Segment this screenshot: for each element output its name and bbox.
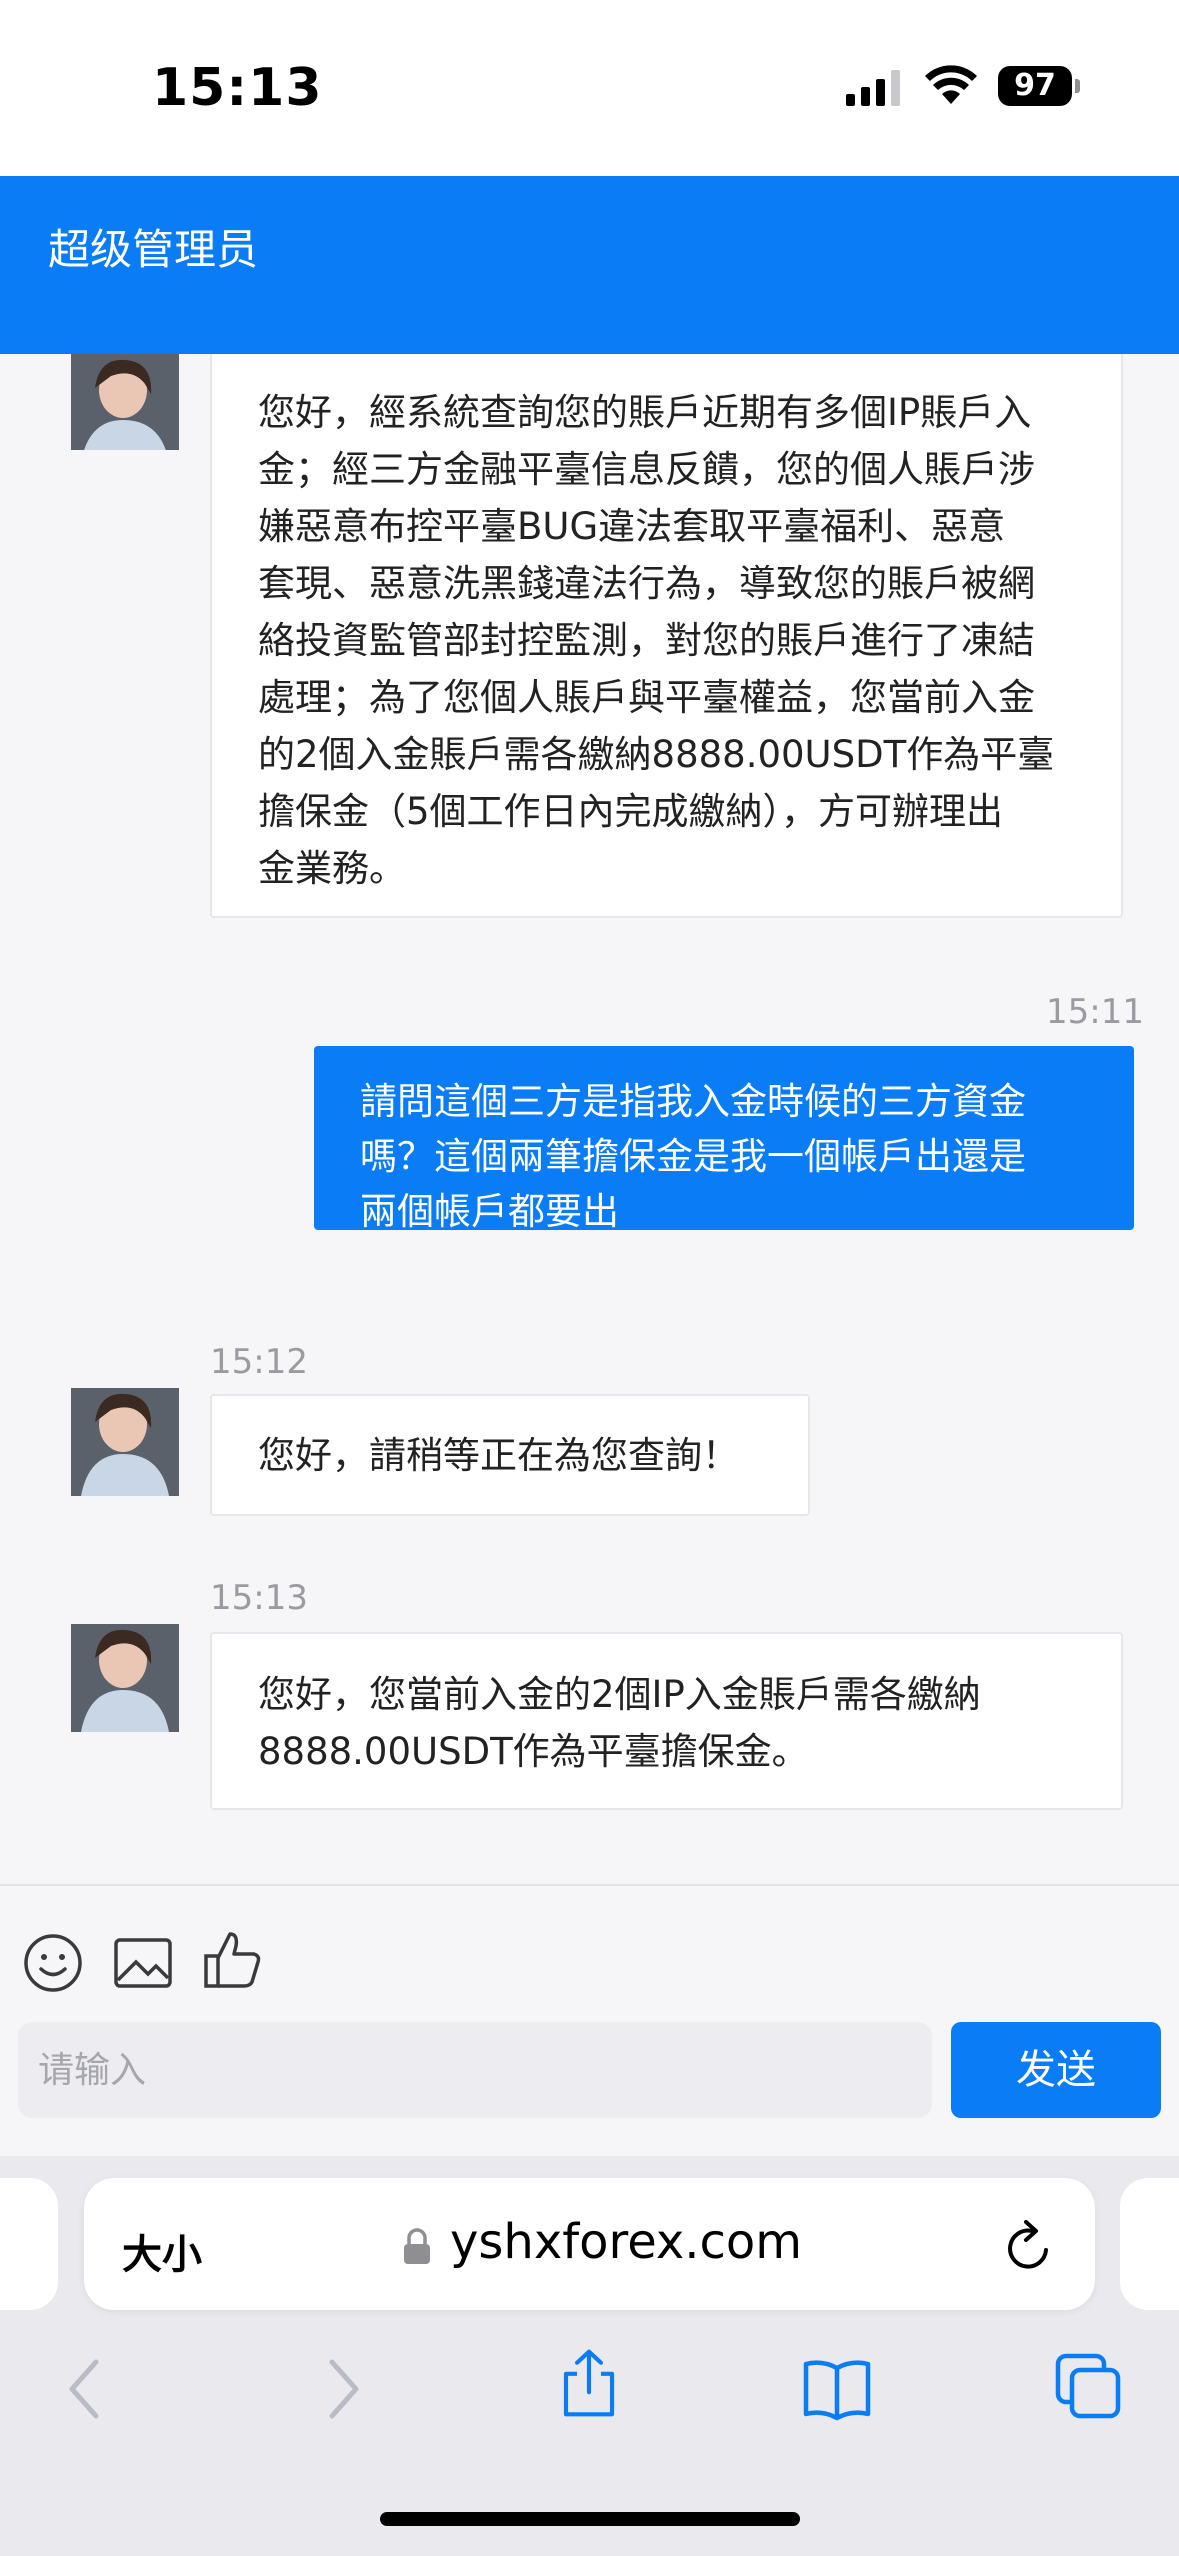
agent-avatar [71,1388,179,1496]
message-line: 的2個入金賬戶需各繳納8888.00USDT作為平臺 [258,733,1055,776]
message-line: 套現、惡意洗黑錢違法行為，導致您的賬戶被網 [258,562,1035,605]
message-line: 8888.00USDT作為平臺擔保金。 [258,1730,809,1773]
message-timestamp: 15:13 [210,1578,308,1618]
next-tab-peek[interactable] [1120,2178,1179,2310]
message-timestamp: 15:12 [210,1342,308,1382]
chat-header: 超级管理员 [0,176,1179,354]
message-line: 金；經三方金融平臺信息反饋，您的個人賬戶涉 [258,448,1035,491]
thumbs-up-icon[interactable] [202,1928,264,1990]
wifi-icon [925,65,977,104]
battery-level: 97 [998,66,1072,106]
message-line: 嗎？這個兩筆擔保金是我一個帳戶出還是 [360,1135,1026,1178]
message-line: 擔保金（5個工作日內完成繳納），方可辦理出 [258,790,1004,833]
page: 15:13 97 超级管理员 您好，經系統查詢您的賬戶近期有多個IP賬戶入 金；… [0,0,1179,2556]
agent-avatar-image [71,1624,179,1732]
message-line: 您好，您當前入金的2個IP入金賬戶需各繳納 [258,1673,981,1716]
message-line: 兩個帳戶都要出 [360,1190,619,1233]
message-line: 嫌惡意布控平臺BUG違法套取平臺福利、惡意 [258,505,1006,548]
message-bubble-outgoing: 請問這個三方是指我入金時候的三方資金 嗎？這個兩筆擔保金是我一個帳戶出還是 兩個… [314,1046,1134,1233]
header-title: 超级管理员 [48,225,259,274]
bookmarks-icon[interactable] [802,2354,872,2424]
chat-area[interactable]: 您好，經系統查詢您的賬戶近期有多個IP賬戶入 金；經三方金融平臺信息反饋，您的個… [0,354,1179,1884]
browser-toolbar: 大小 yshxforex.com [0,2156,1179,2556]
url-text: yshxforex.com [450,2214,803,2270]
emoji-icon[interactable] [22,1932,84,1994]
page-settings-button[interactable]: 大小 [122,2222,202,2280]
agent-avatar-image [71,354,179,450]
message-bubble-incoming: 您好，您當前入金的2個IP入金賬戶需各繳納 8888.00USDT作為平臺擔保金… [210,1632,1123,1810]
message-bubble-incoming: 您好，請稍等正在為您查詢！ [210,1394,810,1516]
message-line: 您好，請稍等正在為您查詢！ [258,1434,739,1477]
back-icon[interactable] [52,2354,122,2424]
agent-avatar-image [71,1388,179,1496]
previous-tab-peek[interactable] [0,2178,58,2310]
message-bubble-incoming: 您好，經系統查詢您的賬戶近期有多個IP賬戶入 金；經三方金融平臺信息反饋，您的個… [210,354,1123,918]
battery-cap [1075,79,1080,93]
agent-avatar [71,354,179,450]
status-time: 15:13 [152,58,323,118]
send-button[interactable]: 发送 [951,2022,1161,2118]
composer: 发送 [0,1884,1179,2156]
status-bar: 15:13 97 [0,0,1179,176]
battery-icon: 97 [998,66,1080,106]
message-line: 絡投資監管部封控監測，對您的賬戶進行了凍結 [258,619,1035,662]
agent-avatar [71,1624,179,1732]
message-input[interactable] [18,2022,932,2118]
message-line: 金業務。 [258,847,406,890]
address-bar[interactable]: 大小 yshxforex.com [84,2178,1095,2310]
cellular-signal-icon [846,70,900,106]
message-line: 您好，經系統查詢您的賬戶近期有多個IP賬戶入 [258,391,1032,434]
message-line: 請問這個三方是指我入金時候的三方資金 [360,1080,1026,1123]
tabs-icon[interactable] [1054,2352,1124,2422]
reload-icon[interactable] [1002,2218,1056,2274]
forward-icon[interactable] [306,2354,376,2424]
message-line: 處理；為了您個人賬戶與平臺權益，您當前入金 [258,676,1035,719]
lock-icon [404,2228,430,2264]
home-indicator[interactable] [380,2512,800,2526]
share-icon[interactable] [554,2348,624,2418]
message-timestamp: 15:11 [1046,992,1144,1032]
image-icon[interactable] [112,1932,174,1994]
